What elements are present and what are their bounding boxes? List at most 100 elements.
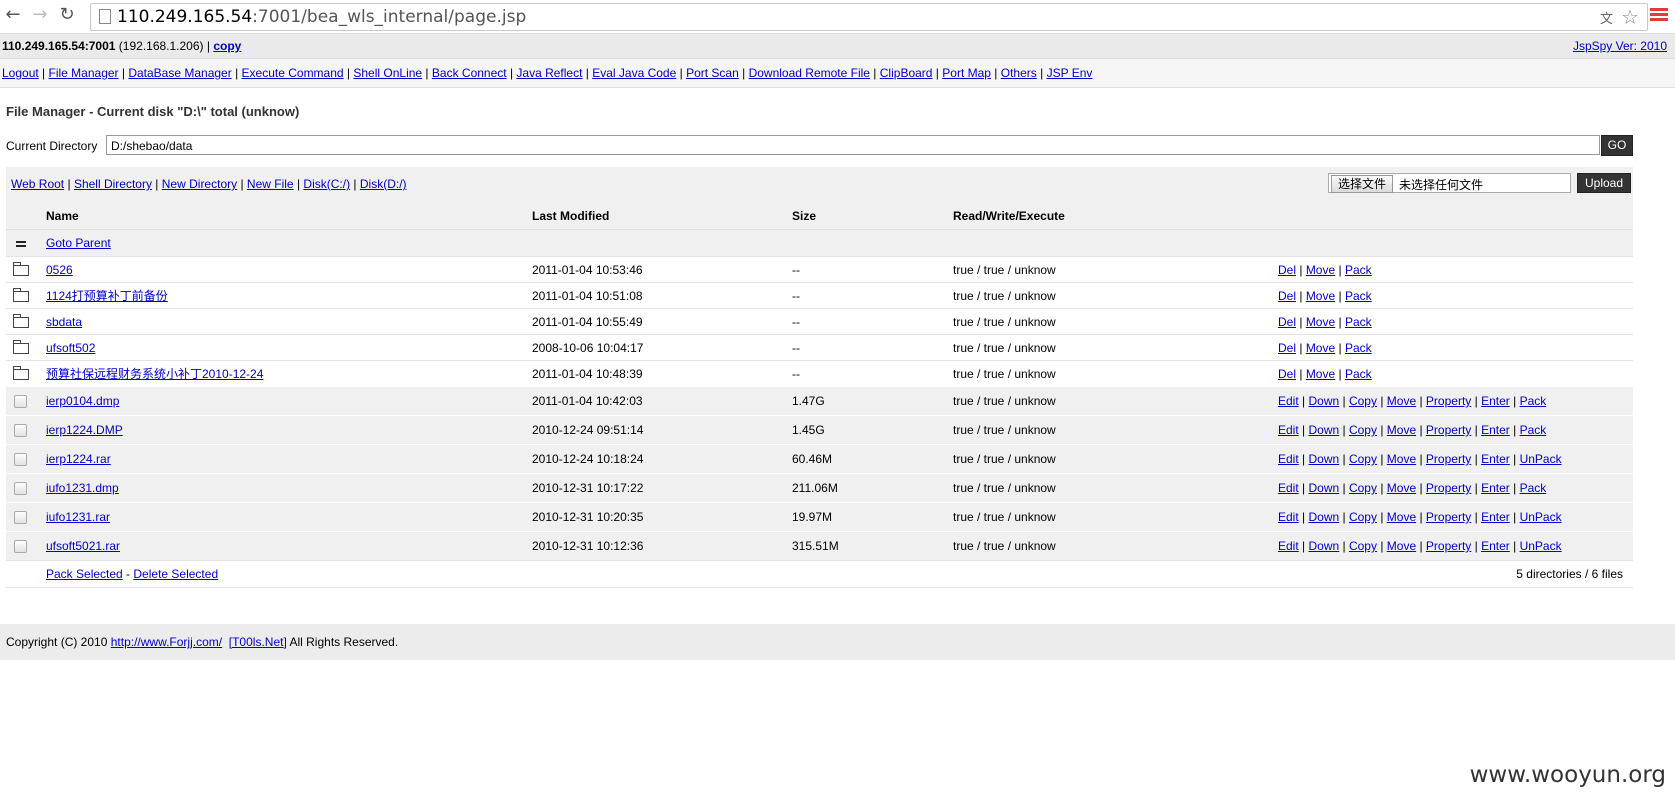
action-down[interactable]: Down — [1308, 481, 1339, 495]
file-name-link[interactable]: ierp1224.rar — [46, 452, 111, 466]
quick-link-shell-directory[interactable]: Shell Directory — [74, 177, 152, 191]
action-property[interactable]: Property — [1426, 394, 1471, 408]
menu-link-execute-command[interactable]: Execute Command — [242, 66, 344, 80]
t00ls-link[interactable]: [T00ls.Net] — [229, 635, 287, 649]
action-property[interactable]: Property — [1426, 452, 1471, 466]
action-property[interactable]: Property — [1426, 539, 1471, 553]
menu-link-java-reflect[interactable]: Java Reflect — [516, 66, 582, 80]
action-copy[interactable]: Copy — [1349, 539, 1377, 553]
action-enter[interactable]: Enter — [1481, 423, 1510, 437]
copy-link[interactable]: copy — [213, 39, 241, 53]
action-enter[interactable]: Enter — [1481, 394, 1510, 408]
menu-link-others[interactable]: Others — [1001, 66, 1037, 80]
directory-name-link[interactable]: 预算社保远程财务系统小补丁2010-12-24 — [46, 367, 263, 381]
file-name-link[interactable]: ufsoft5021.rar — [46, 539, 120, 553]
action-pack[interactable]: Pack — [1520, 423, 1547, 437]
action-enter[interactable]: Enter — [1481, 452, 1510, 466]
action-down[interactable]: Down — [1308, 539, 1339, 553]
action-property[interactable]: Property — [1426, 481, 1471, 495]
action-del[interactable]: Del — [1278, 263, 1296, 277]
quick-link-disk-c[interactable]: Disk(C:/) — [303, 177, 350, 191]
action-down[interactable]: Down — [1308, 423, 1339, 437]
menu-link-logout[interactable]: Logout — [2, 66, 39, 80]
action-copy[interactable]: Copy — [1349, 510, 1377, 524]
file-name-link[interactable]: iufo1231.rar — [46, 510, 110, 524]
action-edit[interactable]: Edit — [1278, 423, 1299, 437]
action-del[interactable]: Del — [1278, 289, 1296, 303]
quick-link-new-file[interactable]: New File — [247, 177, 294, 191]
action-move[interactable]: Move — [1306, 289, 1335, 303]
action-edit[interactable]: Edit — [1278, 510, 1299, 524]
menu-link-port-map[interactable]: Port Map — [942, 66, 991, 80]
address-url[interactable]: 110.249.165.54:7001/bea_wls_internal/pag… — [117, 7, 526, 27]
action-pack[interactable]: Pack — [1345, 341, 1372, 355]
action-unpack[interactable]: UnPack — [1520, 539, 1562, 553]
menu-link-port-scan[interactable]: Port Scan — [686, 66, 739, 80]
delete-selected-link[interactable]: Delete Selected — [133, 567, 218, 581]
menu-link-database-manager[interactable]: DataBase Manager — [128, 66, 231, 80]
reload-icon[interactable]: ↻ — [56, 4, 78, 26]
bookmark-star-icon[interactable]: ☆ — [1621, 5, 1639, 29]
file-checkbox[interactable] — [14, 511, 27, 524]
action-down[interactable]: Down — [1308, 452, 1339, 466]
upload-button[interactable]: Upload — [1577, 173, 1631, 193]
action-down[interactable]: Down — [1308, 394, 1339, 408]
action-pack[interactable]: Pack — [1345, 263, 1372, 277]
action-move[interactable]: Move — [1387, 394, 1416, 408]
browser-menu-icon[interactable] — [1650, 6, 1668, 24]
forjj-link[interactable]: http://www.Forjj.com/ — [111, 635, 222, 649]
menu-link-eval-java-code[interactable]: Eval Java Code — [592, 66, 676, 80]
translate-icon[interactable]: 文 — [1600, 8, 1613, 27]
choose-file-button[interactable]: 选择文件 — [1331, 175, 1394, 193]
forward-arrow-icon[interactable]: → — [29, 4, 51, 26]
action-copy[interactable]: Copy — [1349, 423, 1377, 437]
address-bar[interactable]: 110.249.165.54:7001/bea_wls_internal/pag… — [90, 3, 1648, 31]
file-name-link[interactable]: ierp1224.DMP — [46, 423, 123, 437]
action-enter[interactable]: Enter — [1481, 539, 1510, 553]
action-move[interactable]: Move — [1387, 423, 1416, 437]
goto-parent-link[interactable]: Goto Parent — [46, 236, 111, 250]
action-unpack[interactable]: UnPack — [1520, 510, 1562, 524]
version-link[interactable]: JspSpy Ver: 2010 — [1573, 39, 1667, 53]
action-edit[interactable]: Edit — [1278, 481, 1299, 495]
action-move[interactable]: Move — [1306, 315, 1335, 329]
current-directory-input[interactable]: D:/shebao/data — [106, 135, 1600, 155]
action-move[interactable]: Move — [1387, 510, 1416, 524]
menu-link-jsp-env[interactable]: JSP Env — [1047, 66, 1093, 80]
action-pack[interactable]: Pack — [1520, 481, 1547, 495]
directory-name-link[interactable]: sbdata — [46, 315, 82, 329]
action-property[interactable]: Property — [1426, 510, 1471, 524]
directory-name-link[interactable]: 0526 — [46, 263, 73, 277]
action-move[interactable]: Move — [1387, 452, 1416, 466]
action-edit[interactable]: Edit — [1278, 452, 1299, 466]
directory-name-link[interactable]: 1124打预算补丁前备份 — [46, 289, 168, 303]
action-move[interactable]: Move — [1306, 263, 1335, 277]
action-move[interactable]: Move — [1387, 539, 1416, 553]
file-checkbox[interactable] — [14, 453, 27, 466]
menu-link-clipboard[interactable]: ClipBoard — [880, 66, 933, 80]
action-unpack[interactable]: UnPack — [1520, 452, 1562, 466]
action-pack[interactable]: Pack — [1345, 289, 1372, 303]
menu-link-download-remote-file[interactable]: Download Remote File — [749, 66, 870, 80]
action-enter[interactable]: Enter — [1481, 510, 1510, 524]
action-down[interactable]: Down — [1308, 510, 1339, 524]
action-move[interactable]: Move — [1306, 341, 1335, 355]
action-pack[interactable]: Pack — [1520, 394, 1547, 408]
action-del[interactable]: Del — [1278, 367, 1296, 381]
action-move[interactable]: Move — [1387, 481, 1416, 495]
menu-link-back-connect[interactable]: Back Connect — [432, 66, 507, 80]
file-name-link[interactable]: iufo1231.dmp — [46, 481, 119, 495]
quick-link-new-directory[interactable]: New Directory — [162, 177, 237, 191]
action-edit[interactable]: Edit — [1278, 394, 1299, 408]
action-del[interactable]: Del — [1278, 341, 1296, 355]
action-enter[interactable]: Enter — [1481, 481, 1510, 495]
menu-link-file-manager[interactable]: File Manager — [49, 66, 119, 80]
file-input[interactable]: 选择文件 未选择任何文件 — [1328, 173, 1571, 193]
action-copy[interactable]: Copy — [1349, 452, 1377, 466]
file-checkbox[interactable] — [14, 540, 27, 553]
action-pack[interactable]: Pack — [1345, 367, 1372, 381]
file-checkbox[interactable] — [14, 482, 27, 495]
go-button[interactable]: GO — [1601, 135, 1633, 156]
directory-name-link[interactable]: ufsoft502 — [46, 341, 95, 355]
quick-link-web-root[interactable]: Web Root — [11, 177, 64, 191]
